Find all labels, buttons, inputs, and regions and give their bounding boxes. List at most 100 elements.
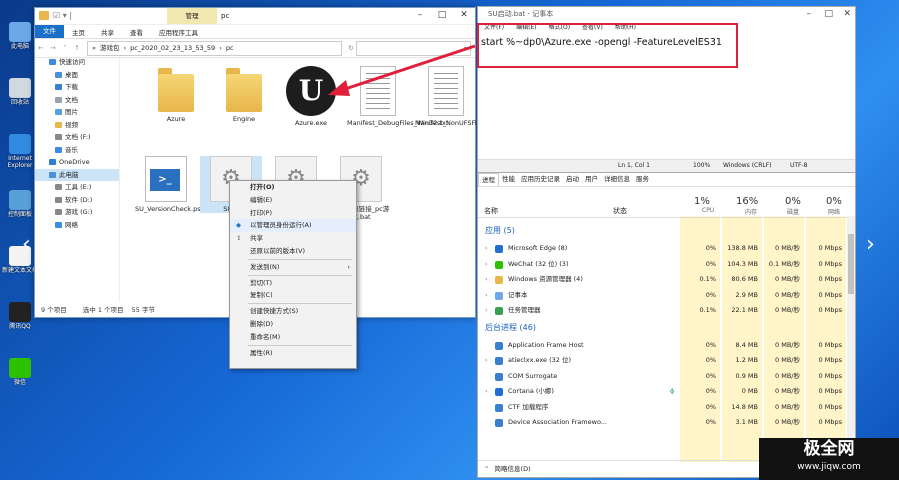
breadcrumb-part[interactable]: pc [226, 42, 234, 55]
process-row[interactable]: COM Surrogate 0% 0.9 MB 0 MB/秒 0 Mbps [478, 369, 843, 385]
process-row[interactable]: › 记事本 0% 2.9 MB 0 MB/秒 0 Mbps [478, 288, 843, 304]
file-item[interactable]: Engine [213, 66, 275, 123]
process-row[interactable]: Device Association Framewo... 0% 3.1 MB 0 M… [478, 415, 843, 431]
ribbon-tab[interactable]: 查看 [122, 27, 151, 37]
process-row[interactable]: › Windows 资源管理器 (4) 0.1% 80.6 MB 0 MB/秒 0 Mbp… [478, 272, 843, 288]
menu-item[interactable]: 编辑(E) [230, 194, 356, 207]
chevron-up-icon[interactable]: ⌃ [484, 465, 489, 473]
close-icon[interactable]: ✕ [843, 7, 851, 22]
process-row[interactable]: CTF 加载程序 0% 14.8 MB 0 MB/秒 0 Mbps [478, 400, 843, 416]
nav-item[interactable]: 快速访问 [35, 56, 119, 69]
menu-item[interactable]: 属性(R) [230, 347, 356, 360]
forward-icon[interactable]: → [47, 44, 59, 52]
breadcrumb-part[interactable]: « [92, 42, 96, 55]
desktop-icon-item[interactable]: 控制面板 [2, 190, 38, 218]
chevron-right-icon[interactable]: › [485, 288, 488, 304]
breadcrumb-part[interactable]: pc_2020_02_23_13_53_59 [130, 42, 215, 55]
chevron-left-icon[interactable]: ‹ [22, 232, 31, 257]
breadcrumb-part[interactable]: › [123, 42, 126, 55]
menu-item[interactable]: 打开(O) [230, 181, 356, 194]
column-memory[interactable]: 内存 [745, 207, 757, 216]
close-icon[interactable]: ✕ [453, 8, 475, 24]
fewer-details-link[interactable]: 简略信息(D) [495, 465, 531, 473]
column-cpu[interactable]: CPU [702, 207, 714, 214]
manage-tab[interactable]: 管理 [167, 8, 217, 24]
chevron-right-icon[interactable]: › [485, 353, 488, 369]
nav-item[interactable]: 桌面 [35, 69, 119, 82]
chevron-down-icon[interactable]: ˅ [59, 44, 71, 52]
ribbon-tab[interactable]: 应用程序工具 [151, 27, 206, 37]
nav-item[interactable]: 下载 [35, 81, 119, 94]
process-row[interactable]: › Microsoft Edge (8) 0% 138.8 MB 0 MB/秒 0 Mbp… [478, 241, 843, 257]
chevron-right-icon[interactable]: › [485, 241, 488, 257]
nav-item[interactable]: 软件 (D:) [35, 194, 119, 207]
nav-item[interactable]: 网络 [35, 219, 119, 232]
breadcrumb-part[interactable]: 游戏包 [100, 42, 120, 55]
process-row[interactable]: › atieclxx.exe (32 位) 0% 1.2 MB 0 MB/秒 0 Mbps [478, 353, 843, 369]
ribbon-tab[interactable]: 主页 [64, 27, 93, 37]
maximize-icon[interactable]: □ [824, 7, 833, 22]
process-row[interactable]: › WeChat (32 位) (3) 0% 104.3 MB 0.1 MB/秒 0 Mb… [478, 257, 843, 273]
chevron-right-icon[interactable]: › [485, 303, 488, 319]
menu-item[interactable]: ◆ 以管理员身份运行(A) [230, 219, 356, 233]
task-manager-tab[interactable]: 应用历史记录 [518, 173, 563, 186]
menu-item[interactable]: 发送到(N) › [230, 261, 356, 274]
task-manager-tab[interactable]: 进程 [478, 173, 499, 186]
chevron-right-icon[interactable]: › [866, 232, 875, 257]
desktop-icon-item[interactable]: 此电脑 [2, 22, 38, 50]
address-bar[interactable]: «游戏包 › pc_2020_02_23_13_53_59 › pc [87, 40, 342, 56]
menu-item[interactable]: 剪切(T) [230, 277, 356, 290]
back-icon[interactable]: ← [35, 44, 47, 52]
column-network[interactable]: 网络 [828, 207, 840, 216]
chevron-right-icon[interactable]: › [485, 257, 488, 273]
ribbon-tab[interactable]: 文件 [35, 25, 64, 38]
up-icon[interactable]: ↑ [71, 44, 83, 52]
menu-item[interactable]: ⇪ 共享 [230, 232, 356, 245]
breadcrumb-part[interactable]: › [219, 42, 222, 55]
task-manager-tab[interactable]: 性能 [499, 173, 518, 186]
column-name[interactable]: 名称 [484, 206, 498, 216]
task-manager-tab[interactable]: 用户 [582, 173, 601, 186]
minimize-icon[interactable]: – [807, 7, 812, 22]
process-row[interactable]: › Cortana (小娜) ɸ 0% 0 MB 0 MB/秒 0 Mbps [478, 384, 843, 400]
menu-item[interactable]: 复制(C) [230, 289, 356, 302]
menu-item[interactable]: 打印(P) [230, 207, 356, 220]
nav-item[interactable]: 文档 [35, 94, 119, 107]
menu-item[interactable]: 创建快捷方式(S) [230, 305, 356, 318]
desktop-icon-item[interactable]: 回收站 [2, 78, 38, 106]
desktop-icon-item[interactable]: 微信 [2, 358, 38, 386]
menu-item-label: 以管理员身份运行(A) [250, 221, 312, 230]
menu-item[interactable]: 删除(D) [230, 318, 356, 331]
nav-item[interactable]: 图片 [35, 106, 119, 119]
chevron-right-icon[interactable]: › [485, 272, 488, 288]
menu-item[interactable]: 重命名(M) [230, 331, 356, 344]
nav-item[interactable]: OneDrive [35, 156, 119, 169]
scrollbar-thumb[interactable] [848, 234, 854, 294]
ribbon-tab[interactable]: 共享 [93, 27, 122, 37]
nav-item[interactable]: 工具 (E:) [35, 181, 119, 194]
process-row[interactable]: › 任务管理器 0.1% 22.1 MB 0 MB/秒 0 Mbps [478, 303, 843, 319]
task-manager-tab[interactable]: 启动 [563, 173, 582, 186]
nav-item[interactable]: 游戏 (G:) [35, 206, 119, 219]
nav-item[interactable]: 文档 (F:) [35, 131, 119, 144]
file-item[interactable]: Azure [145, 66, 207, 123]
maximize-icon[interactable]: □ [431, 8, 453, 24]
task-manager-tab[interactable]: 详细信息 [601, 173, 633, 186]
desktop-icon-item[interactable]: 腾讯QQ [2, 302, 38, 330]
column-status[interactable]: 状态 [613, 206, 627, 216]
column-disk[interactable]: 磁盘 [787, 207, 799, 216]
process-row[interactable]: Application Frame Host 0% 8.4 MB 0 MB/秒 0 Mb… [478, 338, 843, 354]
task-manager-tab[interactable]: 服务 [633, 173, 652, 186]
desktop-icon-item[interactable]: 新建文本文档 [2, 246, 38, 274]
file-item[interactable]: >_ SU_VersionCheck.ps1 [135, 156, 205, 213]
chevron-right-icon[interactable]: › [485, 384, 488, 400]
quick-access-toolbar-icon[interactable]: ☑ ▾ | [53, 11, 72, 20]
scrollbar[interactable] [847, 216, 855, 462]
desktop-icon-item[interactable]: Internet Explorer [2, 134, 38, 169]
nav-item[interactable]: 此电脑 [35, 168, 119, 181]
cpu-percent: 1% [694, 196, 710, 207]
minimize-icon[interactable]: – [409, 8, 431, 24]
nav-item[interactable]: 视频 [35, 119, 119, 132]
nav-item[interactable]: 音乐 [35, 144, 119, 157]
menu-item[interactable]: 还原以前的版本(V) [230, 245, 356, 258]
